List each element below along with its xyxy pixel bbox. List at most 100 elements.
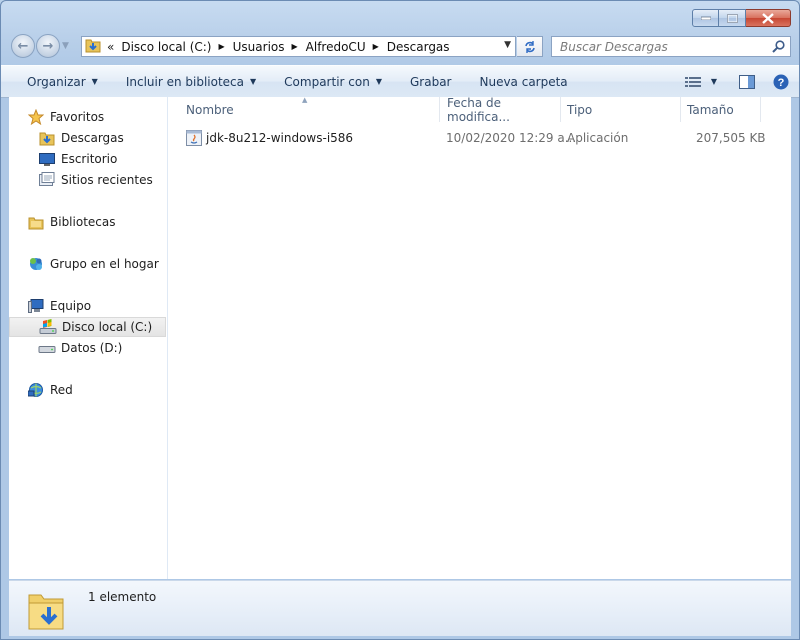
file-name: jdk-8u212-windows-i586	[206, 131, 354, 145]
breadcrumb-label[interactable]: AlfredoCU	[301, 40, 371, 54]
nav-data-disk-label: Datos (D:)	[61, 341, 123, 355]
view-controls: ▼ ?	[675, 66, 789, 97]
chevron-down-icon: ▼	[710, 77, 717, 86]
svg-text:?: ?	[778, 77, 785, 89]
star-icon	[27, 109, 45, 125]
back-arrow-icon: ←	[17, 38, 29, 54]
maximize-button[interactable]	[719, 9, 746, 27]
column-header-size[interactable]: Tamaño	[681, 97, 761, 122]
explorer-window: ← → ▼ « Disco local (C:) ▶ Usuarios ▶ Alfr…	[0, 0, 800, 640]
view-options-dropdown[interactable]: ▼	[711, 77, 717, 86]
chevron-down-icon: ▼	[250, 77, 257, 86]
address-bar[interactable]: « Disco local (C:) ▶ Usuarios ▶ AlfredoCU ▶…	[81, 36, 516, 57]
command-bar: Organizar ▼ Incluir en biblioteca ▼ Compar…	[1, 65, 799, 98]
nav-network[interactable]: Red	[27, 380, 73, 400]
include-library-label: Incluir en biblioteca	[125, 74, 245, 89]
nav-desktop-label: Escritorio	[61, 152, 118, 166]
close-icon	[762, 12, 774, 24]
caption-buttons	[692, 9, 791, 27]
breadcrumb-user[interactable]: AlfredoCU ▶	[301, 40, 382, 54]
file-size-cell: 207,505 KB	[696, 131, 766, 145]
breadcrumb-label[interactable]: Disco local (C:)	[116, 40, 216, 54]
organize-button[interactable]: Organizar ▼	[1, 66, 112, 97]
nav-favorites[interactable]: Favoritos	[27, 107, 104, 127]
address-history-dropdown-icon[interactable]: ▼	[504, 40, 511, 50]
burn-label: Grabar	[409, 74, 452, 89]
refresh-icon	[524, 40, 535, 53]
details-view-icon	[684, 76, 701, 87]
nav-computer-label: Equipo	[50, 299, 92, 313]
column-header-name[interactable]: Nombre	[180, 97, 440, 122]
share-label: Compartir con	[284, 74, 370, 89]
desktop-icon	[38, 151, 56, 167]
java-installer-icon	[186, 130, 202, 146]
breadcrumb-downloads[interactable]: Descargas	[382, 40, 455, 54]
nav-desktop[interactable]: Escritorio	[38, 149, 117, 169]
nav-favorites-label: Favoritos	[50, 110, 105, 124]
system-drive-icon	[39, 319, 57, 335]
column-headers: ▲ Nombre Fecha de modifica... Tipo Tamañ…	[168, 95, 791, 124]
breadcrumb-overflow-chevron[interactable]: «	[105, 40, 116, 54]
nav-data-disk[interactable]: Datos (D:)	[38, 338, 122, 358]
downloads-folder-icon	[85, 37, 101, 56]
file-name-cell[interactable]: jdk-8u212-windows-i586	[186, 127, 353, 149]
file-type-cell: Aplicación	[567, 131, 629, 145]
item-count: 1 elemento	[88, 590, 157, 604]
burn-button[interactable]: Grabar	[396, 66, 466, 97]
nav-downloads-label: Descargas	[61, 131, 124, 145]
include-library-button[interactable]: Incluir en biblioteca ▼	[112, 66, 270, 97]
nav-libraries-label: Bibliotecas	[50, 215, 116, 229]
nav-homegroup-label: Grupo en el hogar	[50, 257, 159, 271]
libraries-icon	[27, 214, 45, 230]
nav-recent-places[interactable]: Sitios recientes	[38, 170, 153, 190]
breadcrumb-label[interactable]: Descargas	[382, 40, 455, 54]
nav-downloads[interactable]: Descargas	[38, 128, 124, 148]
nav-local-disk[interactable]: Disco local (C:)	[9, 317, 166, 337]
details-pane: 1 elemento	[9, 580, 791, 636]
search-box[interactable]	[551, 36, 791, 57]
column-header-type[interactable]: Tipo	[561, 97, 681, 122]
network-icon	[27, 382, 45, 398]
minimize-icon	[700, 16, 711, 20]
breadcrumb-arrow-icon[interactable]: ▶	[290, 42, 301, 51]
nav-libraries[interactable]: Bibliotecas	[27, 212, 115, 232]
refresh-button[interactable]	[517, 36, 543, 57]
nav-local-disk-label: Disco local (C:)	[62, 320, 153, 334]
nav-homegroup[interactable]: Grupo en el hogar	[27, 254, 159, 274]
column-header-label: Fecha de modifica...	[447, 95, 510, 124]
organize-label: Organizar	[27, 74, 86, 89]
breadcrumb-arrow-icon[interactable]: ▶	[216, 42, 227, 51]
breadcrumb-disk[interactable]: Disco local (C:) ▶	[116, 40, 227, 54]
forward-arrow-icon: →	[42, 38, 54, 54]
column-header-label: Tipo	[567, 102, 593, 117]
hard-drive-icon	[38, 340, 56, 356]
column-header-label: Tamaño	[687, 102, 734, 117]
search-icon[interactable]	[772, 40, 785, 56]
navigation-pane: Favoritos Descargas Escritorio Sitios re…	[9, 97, 168, 579]
forward-button[interactable]: →	[36, 34, 60, 58]
back-button[interactable]: ←	[11, 34, 35, 58]
nav-computer[interactable]: Equipo	[27, 296, 91, 316]
file-list: ▲ Nombre Fecha de modifica... Tipo Tamañ…	[168, 95, 791, 579]
column-header-label: Nombre	[186, 102, 234, 117]
file-date-cell: 10/02/2020 12:29 a...	[446, 131, 577, 145]
breadcrumb-users[interactable]: Usuarios ▶	[228, 40, 301, 54]
navigation-buttons: ← → ▼	[11, 34, 72, 58]
search-input[interactable]	[558, 37, 767, 56]
help-button[interactable]: ?	[773, 74, 789, 90]
preview-pane-icon	[739, 74, 755, 89]
breadcrumb-label[interactable]: Usuarios	[228, 40, 290, 54]
preview-pane-button[interactable]	[739, 74, 755, 89]
new-folder-button[interactable]: Nueva carpeta	[465, 66, 581, 97]
nav-network-label: Red	[50, 383, 73, 397]
file-row[interactable]: jdk-8u212-windows-i586 10/02/2020 12:29 …	[178, 127, 768, 149]
change-view-button[interactable]	[684, 76, 701, 88]
close-button[interactable]	[746, 9, 791, 27]
breadcrumb-arrow-icon[interactable]: ▶	[371, 42, 382, 51]
minimize-button[interactable]	[692, 9, 719, 27]
recent-pages-dropdown[interactable]: ▼	[62, 41, 72, 51]
share-button[interactable]: Compartir con ▼	[270, 66, 396, 97]
column-header-date[interactable]: Fecha de modifica...	[441, 95, 561, 124]
homegroup-icon	[27, 256, 45, 272]
new-folder-label: Nueva carpeta	[479, 74, 568, 89]
